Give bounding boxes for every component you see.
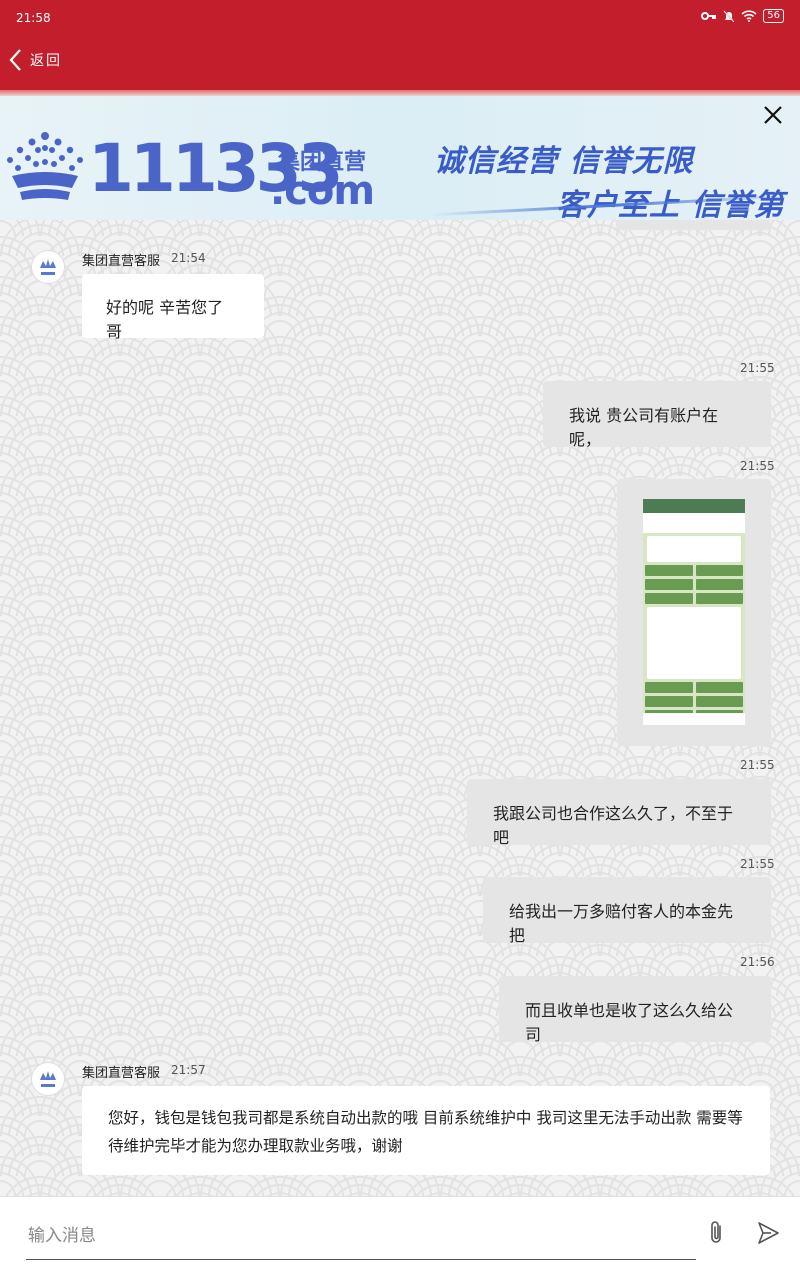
key-icon <box>701 12 717 20</box>
promo-banner[interactable]: 111333 集团直营 .com 诚信经营 信誉无限 客户至上 信誉第一 <box>0 96 800 220</box>
my-message-bubble: 而且收单也是收了这么久给公司 <box>499 976 771 1044</box>
message-text: 我说 贵公司有账户在呢， <box>569 406 719 449</box>
message-time: 21:55 <box>740 459 775 473</box>
message-time: 21:54 <box>171 251 206 265</box>
message-text: 您好，钱包是钱包我司都是系统自动出款的哦 目前系统维护中 我司这里无法手动出款 … <box>108 1109 743 1155</box>
status-time: 21:58 <box>16 11 51 25</box>
message-input[interactable] <box>26 1213 696 1260</box>
sender-name: 集团直营客服 <box>82 1066 161 1081</box>
message-time: 21:55 <box>740 361 775 375</box>
my-message-bubble: 我说 贵公司有账户在呢， <box>543 381 771 449</box>
send-icon[interactable] <box>754 1219 782 1247</box>
crown-logo <box>7 132 83 200</box>
close-icon[interactable] <box>760 102 786 128</box>
message-text: 我跟公司也合作这么久了，不至于吧 <box>493 804 734 847</box>
back-label: 返回 <box>30 53 62 69</box>
my-message-bubble: 我跟公司也合作这么久了，不至于吧 <box>467 779 771 847</box>
message-time: 21:56 <box>740 955 775 969</box>
status-bar: 21:58 56 <box>0 0 800 36</box>
bell-off-icon <box>723 9 735 23</box>
nav-bar: 返回 <box>0 36 800 90</box>
agent-message-bubble: 好的呢 辛苦您了 哥 <box>82 274 264 341</box>
sender-name: 集团直营客服 <box>82 254 161 269</box>
crown-logo <box>40 259 56 275</box>
chevron-left-icon <box>9 49 21 71</box>
slogan-line-1: 诚信经营 信誉无限 <box>434 144 694 179</box>
message-text: 而且收单也是收了这么久给公司 <box>525 1001 734 1044</box>
agent-message-bubble: 您好，钱包是钱包我司都是系统自动出款的哦 目前系统维护中 我司这里无法手动出款 … <box>82 1086 770 1175</box>
agent-avatar[interactable] <box>31 1062 65 1096</box>
agent-avatar[interactable] <box>31 250 65 284</box>
paperclip-icon[interactable] <box>704 1219 730 1247</box>
wifi-icon <box>741 10 757 22</box>
message-text: 好的呢 辛苦您了 哥 <box>106 298 224 341</box>
back-button[interactable]: 返回 <box>8 48 62 72</box>
screenshot-thumbnail[interactable] <box>643 499 745 725</box>
message-time: 21:55 <box>740 857 775 871</box>
message-time: 21:55 <box>740 758 775 772</box>
battery-icon: 56 <box>763 9 784 23</box>
system-icons: 56 <box>701 9 784 23</box>
image-message[interactable] <box>617 479 771 746</box>
crown-logo <box>40 1071 56 1087</box>
my-message-bubble: 给我出一万多赔付客人的本金先把 <box>483 877 771 945</box>
message-time: 21:57 <box>171 1063 206 1077</box>
message-text: 给我出一万多赔付客人的本金先把 <box>509 902 734 945</box>
message-input-bar <box>0 1196 800 1281</box>
brand-domain: .com <box>270 168 375 214</box>
